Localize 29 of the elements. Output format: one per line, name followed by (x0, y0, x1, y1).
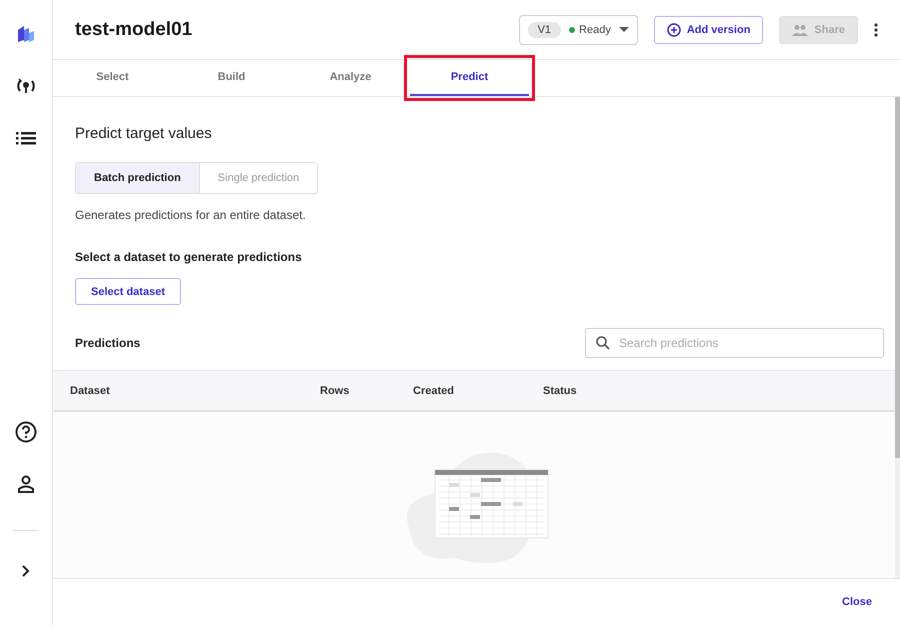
predictions-heading: Predictions (75, 336, 140, 350)
select-dataset-button[interactable]: Select dataset (75, 278, 181, 305)
plus-circle-icon (666, 22, 681, 36)
version-dropdown[interactable]: V1 Ready (518, 14, 638, 44)
description: Generates predictions for an entire dataset. (75, 208, 307, 222)
tab[interactable]: Select (53, 60, 172, 96)
close-button[interactable]: Close (840, 594, 874, 610)
column-header: Dataset (70, 384, 111, 396)
tab[interactable]: Build (172, 60, 291, 96)
tab[interactable]: Analyze (291, 60, 410, 96)
column-header: Rows (320, 384, 350, 396)
version-badge: V1 (528, 22, 562, 38)
section-title: Predict target values (75, 125, 213, 142)
search-icon (596, 336, 610, 350)
mode-toggle[interactable]: Batch prediction (76, 163, 199, 193)
column-header: Created (413, 384, 455, 396)
status-dot (569, 26, 576, 32)
column-header: Status (543, 384, 578, 396)
dataset-heading: Select a dataset to generate predictions (75, 250, 303, 264)
caret-icon (618, 26, 629, 32)
model-title: test-model01 (75, 18, 194, 40)
more-options-icon[interactable] (874, 22, 878, 36)
help-icon[interactable] (14, 420, 38, 444)
people-icon (792, 24, 808, 36)
search-field[interactable]: Search predictions (585, 328, 884, 358)
add-version-button[interactable]: Add version (654, 16, 764, 44)
status-text: Ready (579, 24, 611, 36)
tab[interactable]: Predict (410, 60, 529, 96)
scrollbar[interactable] (895, 97, 900, 578)
